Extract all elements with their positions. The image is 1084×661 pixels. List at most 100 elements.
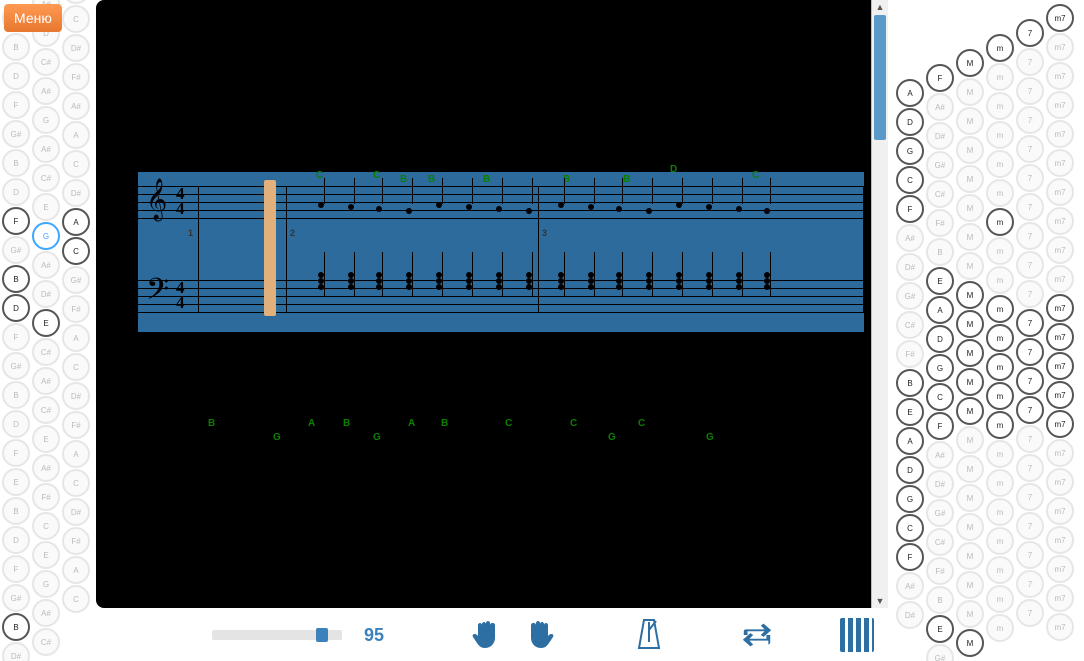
left-key[interactable]: E <box>32 193 60 221</box>
left-key[interactable]: E <box>32 541 60 569</box>
right-key[interactable]: 7 <box>1016 570 1044 598</box>
left-key[interactable]: F# <box>62 295 90 323</box>
left-key[interactable]: G <box>32 106 60 134</box>
right-key[interactable]: m <box>986 324 1014 352</box>
right-hand-icon[interactable] <box>524 618 558 652</box>
right-key[interactable]: 7 <box>1016 222 1044 250</box>
left-key[interactable]: C <box>62 585 90 613</box>
right-key[interactable]: M <box>956 281 984 309</box>
right-key[interactable]: C <box>896 166 924 194</box>
right-key[interactable]: m7 <box>1046 613 1074 641</box>
left-key[interactable]: B <box>2 149 30 177</box>
right-key[interactable]: 7 <box>1016 367 1044 395</box>
right-key[interactable]: m <box>986 179 1014 207</box>
left-key[interactable]: C <box>62 469 90 497</box>
right-key[interactable]: A <box>926 296 954 324</box>
left-key[interactable]: D <box>2 526 30 554</box>
right-key[interactable]: D# <box>896 601 924 629</box>
right-key[interactable]: D <box>926 325 954 353</box>
right-key[interactable]: M <box>956 339 984 367</box>
left-key[interactable]: D <box>2 410 30 438</box>
right-key[interactable]: m7 <box>1046 4 1074 32</box>
left-key[interactable]: A <box>62 121 90 149</box>
left-key[interactable]: A# <box>32 77 60 105</box>
scrollbar[interactable]: ▲ ▼ <box>871 0 888 608</box>
right-key[interactable]: m7 <box>1046 526 1074 554</box>
scroll-thumb[interactable] <box>874 15 886 140</box>
right-key[interactable]: m <box>986 353 1014 381</box>
right-key[interactable]: C <box>926 383 954 411</box>
left-key[interactable]: F <box>2 555 30 583</box>
left-key[interactable]: C# <box>32 396 60 424</box>
right-key[interactable]: m <box>986 34 1014 62</box>
right-key[interactable]: D# <box>896 253 924 281</box>
right-key[interactable]: F <box>926 412 954 440</box>
right-key[interactable]: m7 <box>1046 178 1074 206</box>
right-key[interactable]: 7 <box>1016 135 1044 163</box>
left-key[interactable]: E <box>32 425 60 453</box>
accordion-view-button[interactable] <box>840 618 874 652</box>
right-key[interactable]: m7 <box>1046 584 1074 612</box>
left-key[interactable]: C <box>62 353 90 381</box>
left-key[interactable]: D# <box>62 382 90 410</box>
right-key[interactable]: 7 <box>1016 19 1044 47</box>
right-key[interactable]: G <box>896 485 924 513</box>
left-key[interactable]: A <box>62 0 90 4</box>
left-key[interactable]: G <box>32 222 60 250</box>
left-key[interactable]: B <box>2 613 30 641</box>
left-key[interactable]: C <box>32 512 60 540</box>
right-key[interactable]: 7 <box>1016 164 1044 192</box>
right-key[interactable]: M <box>956 455 984 483</box>
left-key[interactable]: A <box>62 324 90 352</box>
right-key[interactable]: m7 <box>1046 236 1074 264</box>
right-key[interactable]: D <box>896 108 924 136</box>
left-key[interactable]: A# <box>32 251 60 279</box>
right-key[interactable]: m7 <box>1046 120 1074 148</box>
right-key[interactable]: m <box>986 266 1014 294</box>
left-key[interactable]: D# <box>62 498 90 526</box>
right-key[interactable]: B <box>926 238 954 266</box>
right-key[interactable]: M <box>956 513 984 541</box>
right-key[interactable]: B <box>896 369 924 397</box>
left-key[interactable]: C# <box>32 338 60 366</box>
right-key[interactable]: C# <box>896 311 924 339</box>
left-key[interactable]: C# <box>32 164 60 192</box>
left-key[interactable]: E <box>2 468 30 496</box>
left-key[interactable]: C <box>62 237 90 265</box>
left-key[interactable]: F# <box>62 63 90 91</box>
left-key[interactable]: E <box>32 309 60 337</box>
right-key[interactable]: 7 <box>1016 77 1044 105</box>
right-key[interactable]: A# <box>896 572 924 600</box>
right-key[interactable]: G# <box>926 644 954 661</box>
right-key[interactable]: M <box>956 426 984 454</box>
right-key[interactable]: m <box>986 411 1014 439</box>
right-key[interactable]: m7 <box>1046 439 1074 467</box>
left-key[interactable]: G# <box>62 266 90 294</box>
left-key[interactable]: B <box>2 33 30 61</box>
left-key[interactable]: G# <box>2 236 30 264</box>
right-key[interactable]: m <box>986 614 1014 642</box>
right-key[interactable]: M <box>956 484 984 512</box>
right-key[interactable]: m <box>986 237 1014 265</box>
right-key[interactable]: F# <box>896 340 924 368</box>
loop-icon[interactable] <box>740 618 774 652</box>
left-key[interactable]: G# <box>2 120 30 148</box>
right-key[interactable]: m <box>986 121 1014 149</box>
right-key[interactable]: M <box>956 571 984 599</box>
right-key[interactable]: m7 <box>1046 555 1074 583</box>
right-key[interactable]: A# <box>926 441 954 469</box>
scroll-down-icon[interactable]: ▼ <box>872 594 888 608</box>
tempo-thumb[interactable] <box>316 628 328 642</box>
right-key[interactable]: C# <box>926 528 954 556</box>
right-key[interactable]: 7 <box>1016 396 1044 424</box>
right-key[interactable]: m <box>986 150 1014 178</box>
right-key[interactable]: m <box>986 469 1014 497</box>
right-key[interactable]: m7 <box>1046 149 1074 177</box>
scroll-up-icon[interactable]: ▲ <box>872 0 888 14</box>
left-key[interactable]: A# <box>32 367 60 395</box>
left-key[interactable]: A# <box>32 599 60 627</box>
right-key[interactable]: m <box>986 382 1014 410</box>
left-key[interactable]: G <box>32 570 60 598</box>
right-key[interactable]: D# <box>926 122 954 150</box>
left-key[interactable]: D# <box>62 179 90 207</box>
